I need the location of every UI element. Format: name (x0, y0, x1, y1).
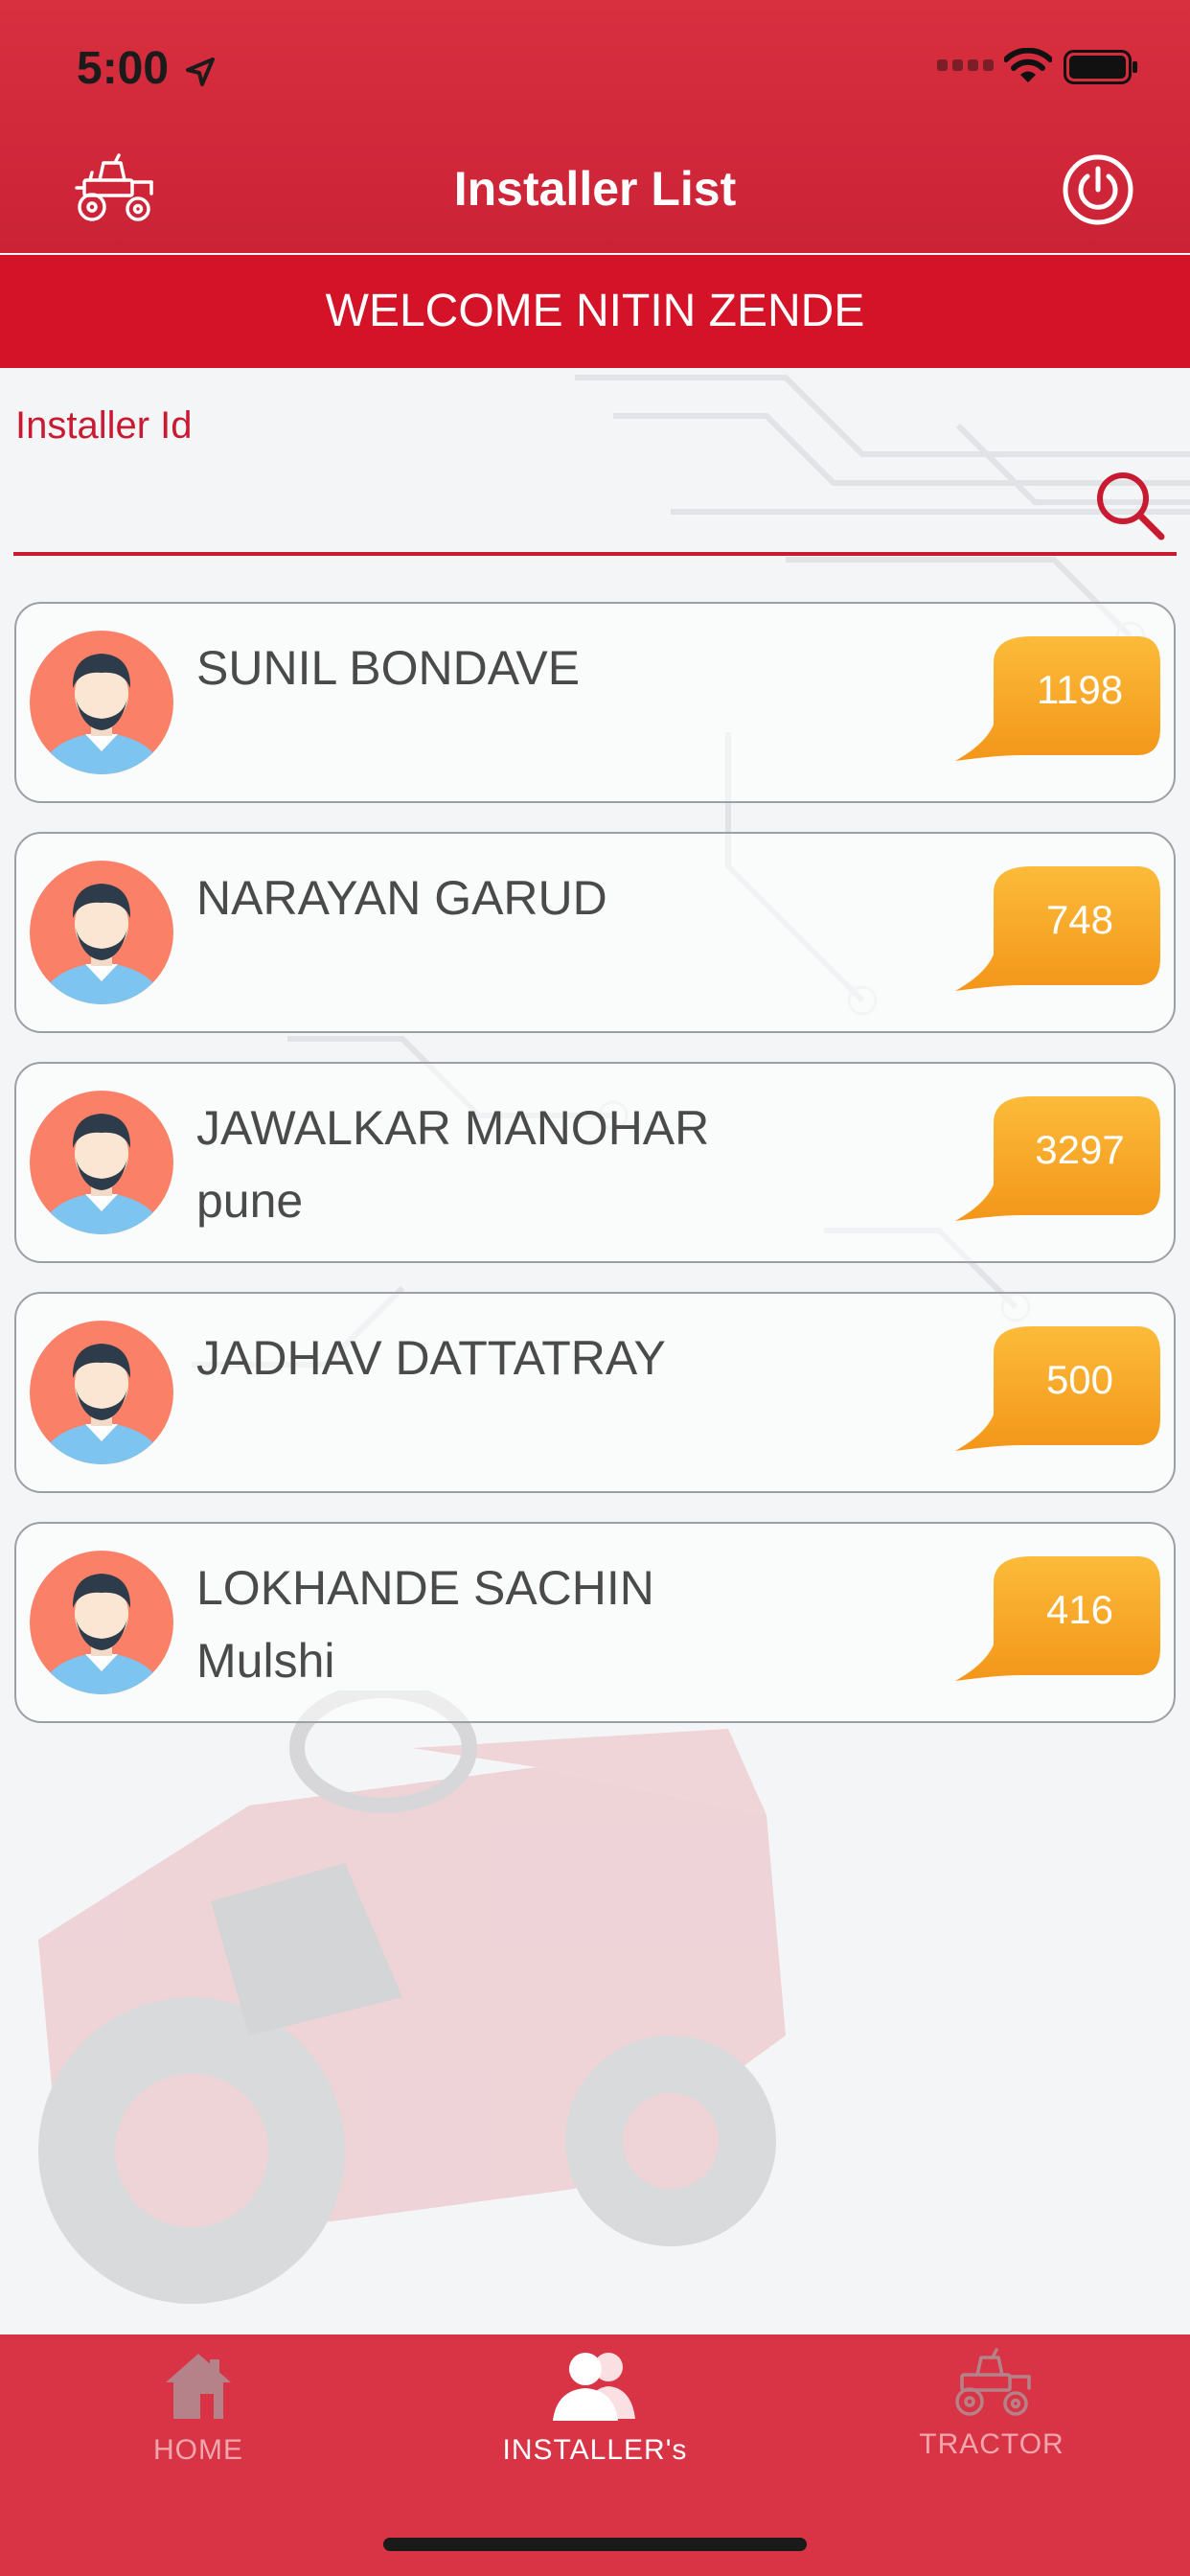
tractor-background-image (38, 1690, 786, 2304)
installation-count: 748 (1045, 897, 1114, 942)
installer-card[interactable]: SUNIL BONDAVE 1198 (14, 602, 1176, 803)
home-indicator[interactable] (383, 2538, 807, 2551)
welcome-banner: WELCOME NITIN ZENDE (0, 255, 1190, 368)
avatar-icon (30, 861, 173, 1004)
installer-card[interactable]: NARAYAN GARUD 748 (14, 832, 1176, 1033)
installation-count: 3297 (1035, 1127, 1125, 1172)
installer-card[interactable]: LOKHANDE SACHIN Mulshi 416 (14, 1522, 1176, 1723)
battery-icon (1064, 50, 1137, 84)
avatar-icon (30, 1551, 173, 1694)
tab-tractor-label: TRACTOR (919, 2428, 1064, 2460)
tab-installers[interactable]: INSTALLER's (397, 2348, 793, 2530)
power-icon[interactable] (1062, 153, 1134, 226)
status-time: 5:00 (77, 43, 170, 94)
tractor-icon (955, 2348, 1031, 2416)
installer-name: SUNIL BONDAVE (196, 641, 581, 695)
installer-city: pune (196, 1174, 304, 1228)
avatar-icon (30, 631, 173, 774)
main-content: Installer Id SUNIL BONDAVE 1198 NARAYAN … (0, 368, 1190, 2334)
cellular-signal-icon (937, 59, 994, 71)
search-underline (13, 552, 1177, 556)
home-icon (166, 2354, 231, 2419)
installation-count: 500 (1045, 1357, 1114, 1402)
wifi-icon (1004, 48, 1052, 82)
search-icon[interactable] (1092, 468, 1169, 544)
avatar-icon (30, 1321, 173, 1464)
installation-count: 416 (1045, 1587, 1114, 1632)
tab-tractor[interactable]: TRACTOR (793, 2348, 1190, 2530)
app-header: 5:00 Installer List (0, 0, 1190, 253)
installation-count: 1198 (1036, 667, 1124, 712)
installer-id-label: Installer Id (15, 404, 193, 447)
tab-installers-label: INSTALLER's (502, 2434, 688, 2466)
installer-name: JAWALKAR MANOHAR (196, 1101, 710, 1155)
installer-name: LOKHANDE SACHIN (196, 1561, 654, 1615)
installer-city: Mulshi (196, 1634, 335, 1688)
installer-card[interactable]: JAWALKAR MANOHAR pune 3297 (14, 1062, 1176, 1263)
page-title: Installer List (453, 162, 737, 216)
location-arrow-icon (186, 58, 215, 86)
status-bar: 5:00 (0, 0, 1190, 144)
users-icon (553, 2353, 635, 2421)
avatar-icon (30, 1091, 173, 1234)
tab-home-label: HOME (153, 2434, 243, 2466)
installer-name: NARAYAN GARUD (196, 871, 607, 925)
tab-home[interactable]: HOME (0, 2348, 397, 2530)
installer-id-input[interactable] (15, 458, 1088, 535)
installer-card[interactable]: JADHAV DATTATRAY 500 (14, 1292, 1176, 1493)
installer-list: SUNIL BONDAVE 1198 NARAYAN GARUD 748 JAW… (14, 602, 1176, 1752)
installer-name: JADHAV DATTATRAY (196, 1331, 666, 1385)
